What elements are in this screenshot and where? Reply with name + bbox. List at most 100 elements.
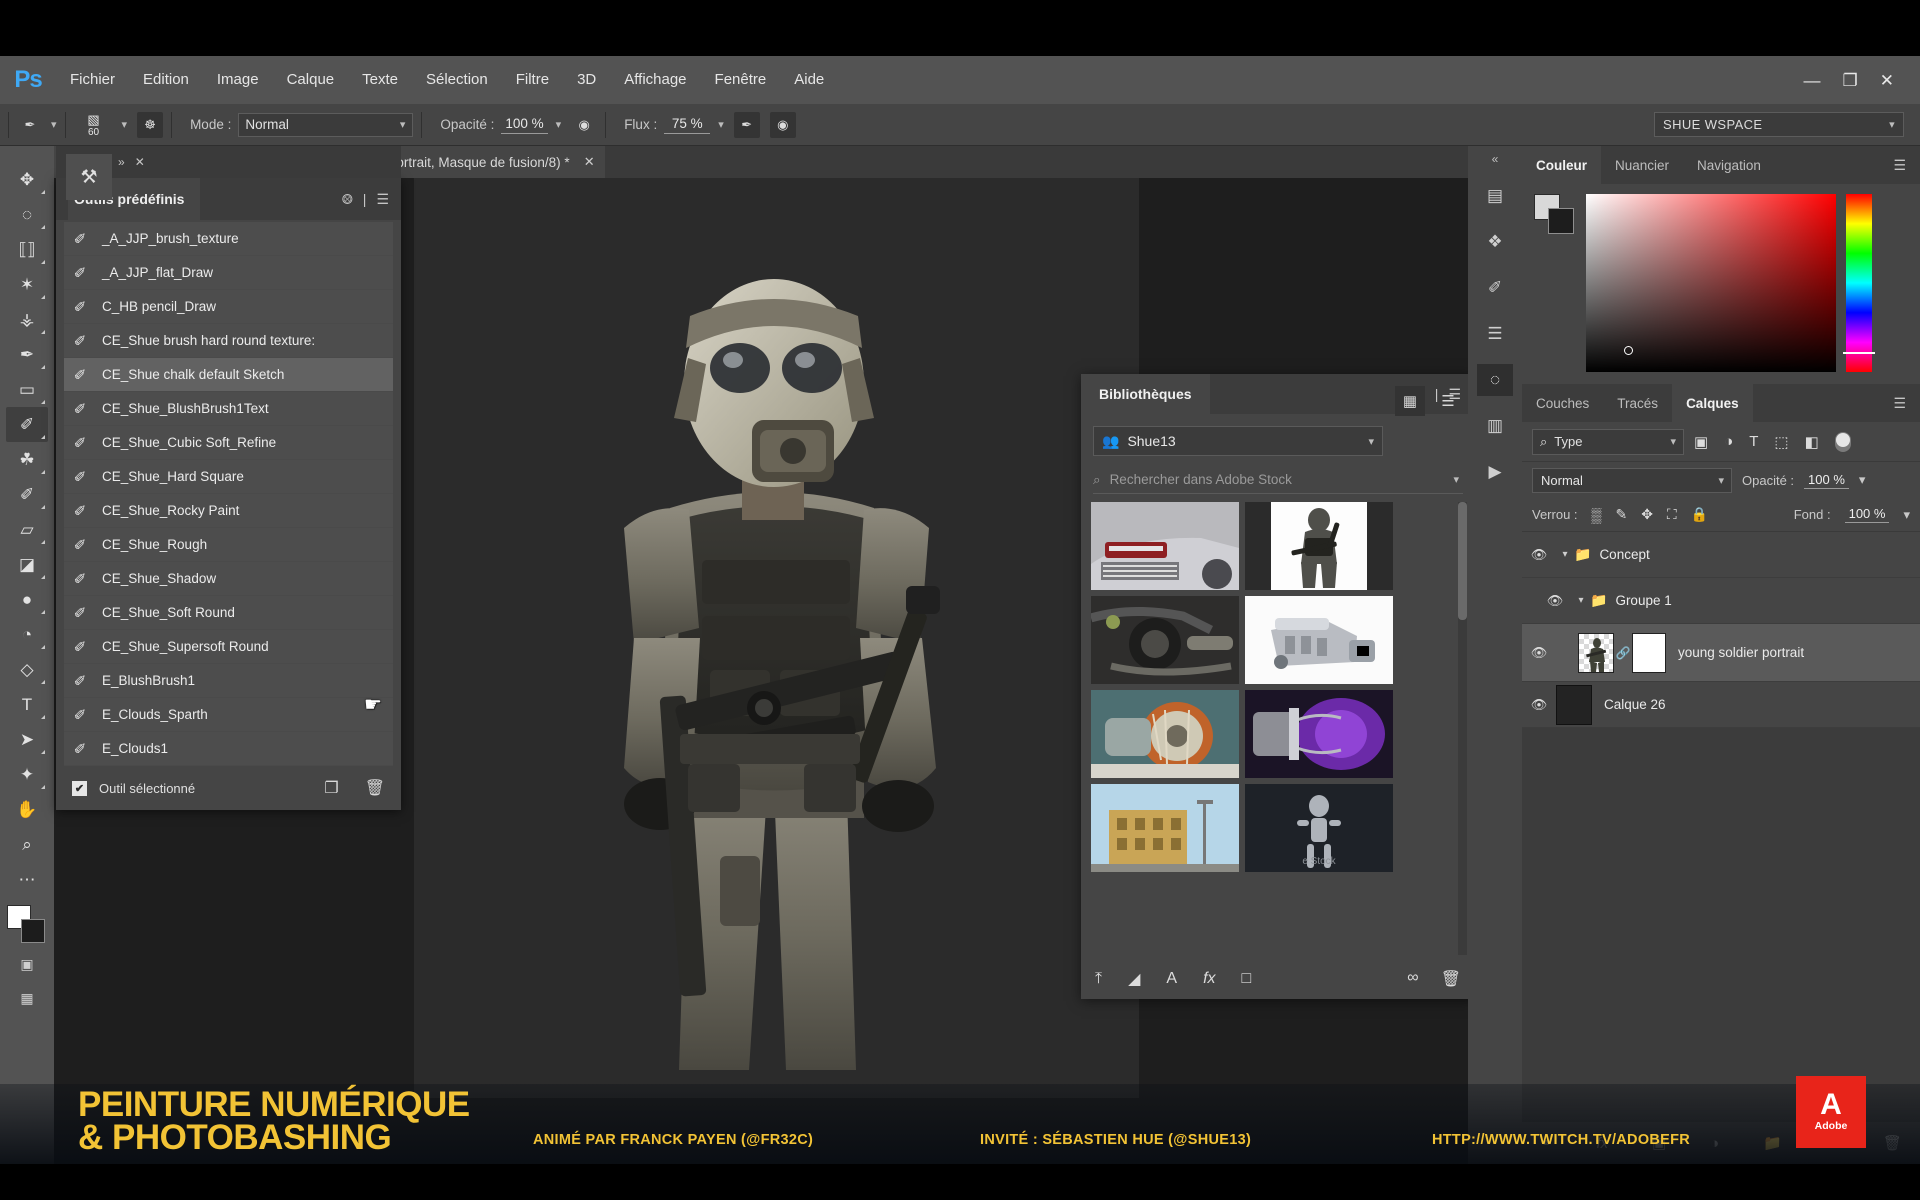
chevron-down-icon[interactable]: ▾ xyxy=(1453,473,1459,486)
add-graphic-icon[interactable]: □ xyxy=(1242,970,1252,988)
restore-icon[interactable]: ❐ xyxy=(1843,72,1858,89)
creative-cloud-sync-icon[interactable]: ∞ xyxy=(1407,969,1418,989)
menu-edition[interactable]: Edition xyxy=(129,56,203,104)
path-selection-tool[interactable]: ➤ xyxy=(6,722,48,757)
panel-menu-icon[interactable]: ☰ xyxy=(376,191,389,208)
opacity-chevron-down-icon[interactable]: ▾ xyxy=(556,118,562,131)
brush-tool-icon[interactable]: ✒ xyxy=(17,112,43,138)
layer-row-groupe-1[interactable]: 👁 ▾ 📁 Groupe 1 xyxy=(1522,578,1920,624)
more-tools-icon[interactable]: ⋯ xyxy=(6,862,48,897)
preset-item-12[interactable]: ✐ CE_Shue_Supersoft Round xyxy=(64,630,393,664)
opacity-input[interactable]: 100 % xyxy=(501,115,548,134)
lock-position-icon[interactable]: ✥ xyxy=(1641,506,1653,523)
new-group-icon[interactable]: 📁 xyxy=(1763,1134,1782,1152)
layer-fill-chevron-down-icon[interactable]: ▾ xyxy=(1903,507,1910,523)
panel-menu-icon[interactable]: ☰ xyxy=(1893,395,1920,412)
lock-artboard-icon[interactable]: ⛶ xyxy=(1667,506,1677,523)
background-color-swatch[interactable] xyxy=(1548,208,1574,234)
expand-icon[interactable]: » xyxy=(118,155,125,169)
eraser-tool[interactable]: ▱ xyxy=(6,512,48,547)
brush-settings-panel-icon[interactable]: ✐ xyxy=(1477,272,1513,304)
filter-enable-toggle[interactable] xyxy=(1834,431,1851,452)
move-tool[interactable]: ✥ xyxy=(6,162,48,197)
lock-all-icon[interactable]: 🔒 xyxy=(1691,506,1708,523)
tool-presets-list[interactable]: ✐ _A_JJP_brush_texture ✐ _A_JJP_flat_Draw … xyxy=(56,220,401,766)
thumbnail-v-engine[interactable] xyxy=(1245,596,1393,684)
filter-type-icon[interactable]: T xyxy=(1749,433,1758,450)
thumbnail-silver-sports-car[interactable] xyxy=(1091,502,1239,590)
delete-preset-icon[interactable]: 🗑 xyxy=(365,778,385,798)
layer-mask-thumbnail[interactable] xyxy=(1632,632,1666,673)
type-tool[interactable]: T xyxy=(6,687,48,722)
background-color-swatch[interactable] xyxy=(21,919,45,943)
preset-item-4[interactable]: ✐ CE_Shue chalk default Sketch xyxy=(64,358,393,392)
menu-texte[interactable]: Texte xyxy=(348,56,412,104)
layer-visibility-icon[interactable]: 👁 xyxy=(1538,593,1572,609)
tab-couches[interactable]: Couches xyxy=(1522,384,1603,422)
tab-navigation[interactable]: Navigation xyxy=(1683,146,1775,184)
tab-traces[interactable]: Tracés xyxy=(1603,384,1672,422)
preset-item-13[interactable]: ✐ E_BlushBrush1 xyxy=(64,664,393,698)
lock-transparent-pixels-icon[interactable]: ▒ xyxy=(1592,507,1602,523)
pressure-opacity-icon[interactable]: ◉ xyxy=(571,112,597,138)
current-tool-only-checkbox[interactable]: ✔ xyxy=(72,780,87,796)
color-panel-swatches[interactable] xyxy=(1534,194,1576,236)
layer-visibility-icon[interactable]: 👁 xyxy=(1522,547,1556,563)
menu-fichier[interactable]: Fichier xyxy=(56,56,129,104)
preset-item-7[interactable]: ✐ CE_Shue_Hard Square xyxy=(64,460,393,494)
tab-calques[interactable]: Calques xyxy=(1672,384,1753,422)
layer-row-calque-26[interactable]: 👁 Calque 26 xyxy=(1522,682,1920,728)
search-input[interactable]: Rechercher dans Adobe Stock xyxy=(1110,472,1292,487)
preset-item-10[interactable]: ✐ CE_Shue_Shadow xyxy=(64,562,393,596)
libraries-scrollbar[interactable] xyxy=(1458,502,1467,955)
close-icon[interactable]: ✕ xyxy=(584,154,595,170)
styles-panel-icon[interactable]: ◌ xyxy=(1477,364,1513,396)
hue-strip[interactable] xyxy=(1843,194,1875,372)
upload-icon[interactable]: ⤒ xyxy=(1095,970,1102,988)
delete-icon[interactable]: 🗑 xyxy=(1441,969,1461,989)
preset-item-15[interactable]: ✐ E_Clouds1 xyxy=(64,732,393,766)
thumbnail-motorcycle-engine[interactable] xyxy=(1091,596,1239,684)
preset-item-8[interactable]: ✐ CE_Shue_Rocky Paint xyxy=(64,494,393,528)
blend-mode-select[interactable]: Normal ▾ xyxy=(238,112,414,137)
preset-item-0[interactable]: ✐ _A_JJP_brush_texture xyxy=(64,222,393,256)
close-icon[interactable]: ✕ xyxy=(1880,72,1894,89)
scrollbar-thumb[interactable] xyxy=(1458,502,1467,620)
grid-view-icon[interactable]: ▦ xyxy=(1395,386,1425,416)
link-mask-icon[interactable]: 🔗 xyxy=(1614,646,1632,660)
brush-preset-picker[interactable]: ▧ 60 xyxy=(74,110,114,140)
chevron-down-icon[interactable]: ▾ xyxy=(1556,549,1574,560)
layer-opacity-chevron-down-icon[interactable]: ▾ xyxy=(1859,472,1866,488)
menu-image[interactable]: Image xyxy=(203,56,273,104)
menu-fenetre[interactable]: Fenêtre xyxy=(701,56,781,104)
color-swatches[interactable] xyxy=(7,905,47,945)
preset-item-14[interactable]: ✐ E_Clouds_Sparth xyxy=(64,698,393,732)
menu-calque[interactable]: Calque xyxy=(273,56,349,104)
history-panel-icon[interactable]: ▤ xyxy=(1477,180,1513,212)
thumbnail-city-building[interactable] xyxy=(1091,784,1239,872)
menu-selection[interactable]: Sélection xyxy=(412,56,502,104)
brush-tool[interactable]: ✐ xyxy=(6,407,48,442)
preset-item-1[interactable]: ✐ _A_JJP_flat_Draw xyxy=(64,256,393,290)
menu-affichage[interactable]: Affichage xyxy=(610,56,700,104)
layer-blend-mode-select[interactable]: Normal ▾ xyxy=(1532,467,1732,493)
quick-mask-toggle-icon[interactable]: ▣ xyxy=(10,949,44,979)
brush-tool-chevron-down-icon[interactable]: ▾ xyxy=(51,118,57,131)
layer-thumbnail[interactable] xyxy=(1578,632,1614,673)
brush-preset-chevron-down-icon[interactable]: ▾ xyxy=(122,118,128,131)
clone-source-panel-icon[interactable]: ❖ xyxy=(1477,226,1513,258)
dodge-tool[interactable]: ◔ xyxy=(6,617,48,652)
tab-nuancier[interactable]: Nuancier xyxy=(1601,146,1683,184)
layer-filter-type-select[interactable]: ⌕ Type ▾ xyxy=(1532,428,1684,455)
healing-brush-tool[interactable]: ▭ xyxy=(6,372,48,407)
lasso-tool[interactable]: ⟦⟧ xyxy=(6,232,48,267)
preset-item-5[interactable]: ✐ CE_Shue_BlushBrush1Text xyxy=(64,392,393,426)
list-view-icon[interactable]: ☰ xyxy=(1433,386,1463,416)
layer-fill-input[interactable]: 100 % xyxy=(1844,506,1890,523)
history-brush-tool[interactable]: ✐ xyxy=(6,477,48,512)
layer-visibility-icon[interactable]: 👁 xyxy=(1522,645,1556,661)
gradient-tool[interactable]: ◪ xyxy=(6,547,48,582)
lock-image-pixels-icon[interactable]: ✎ xyxy=(1615,506,1627,523)
layer-row-concept[interactable]: 👁 ▾ 📁 Concept xyxy=(1522,532,1920,578)
zoom-tool[interactable]: ⌕ xyxy=(6,827,48,862)
